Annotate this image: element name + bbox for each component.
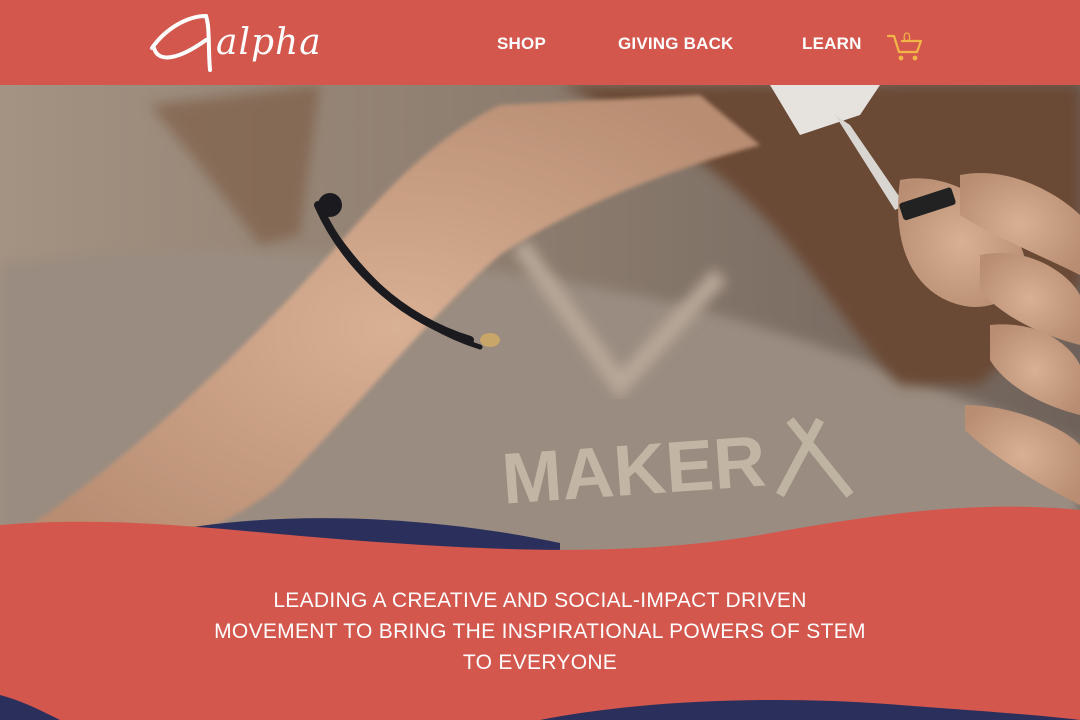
site-header: alpha SHOP GIVING BACK LEARN 0 [0,0,1080,85]
logo-text: alpha [216,22,322,63]
tagline-line-1: LEADING A CREATIVE AND SOCIAL-IMPACT DRI… [273,589,807,612]
tagline: LEADING A CREATIVE AND SOCIAL-IMPACT DRI… [190,585,890,678]
tagline-line-3: TO EVERYONE [462,651,618,674]
hero-image: MAKER [0,85,1080,560]
nav-learn[interactable]: LEARN [802,34,862,54]
nav-giving-back[interactable]: GIVING BACK [618,34,734,54]
cart-count: 0 [903,29,911,45]
nav-shop[interactable]: SHOP [497,34,546,54]
page: MAKER alpha SHOP GIVING BACK LEARN 0 LEA… [0,0,1080,720]
hero-photo: MAKER [0,85,1080,560]
tagline-line-2: MOVEMENT TO BRING THE INSPIRATIONAL POWE… [214,620,866,643]
